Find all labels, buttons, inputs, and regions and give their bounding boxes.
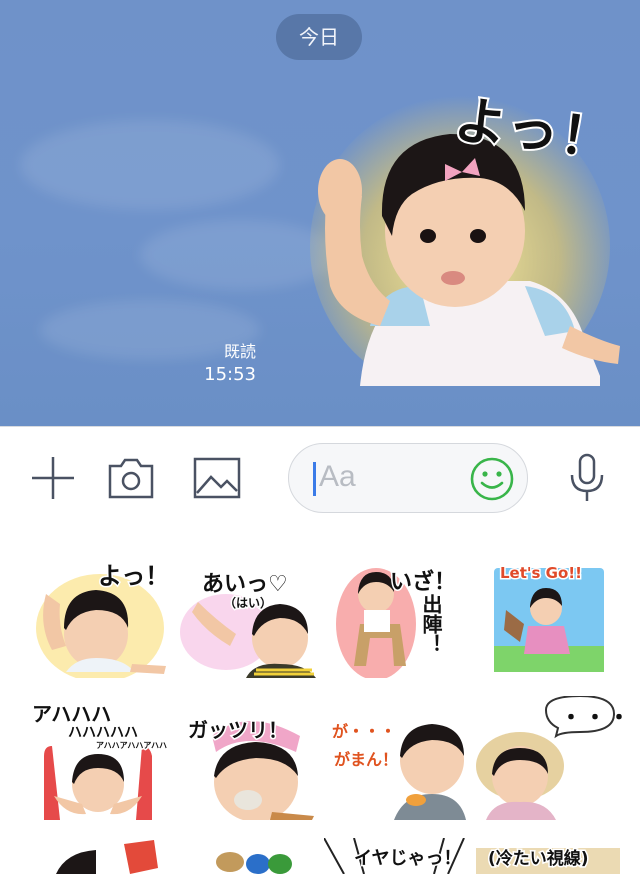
sticker-subcaption: ハハハハハ: [67, 724, 140, 743]
sticker-caption: が・・・: [330, 721, 397, 743]
sticker-item[interactable]: (冷たい視線): [476, 838, 620, 874]
date-separator: 今日: [276, 14, 362, 60]
sticker-item[interactable]: [176, 838, 320, 874]
sticker-caption: (冷たい視線): [487, 848, 591, 871]
sticker-item[interactable]: あいっ♡ （はい）: [176, 554, 320, 678]
sticker-item[interactable]: イヤじゃっ！: [324, 838, 468, 874]
sticker-caption: よっ！: [96, 561, 170, 592]
sticker-subcaption: 出陣！: [418, 593, 445, 656]
sticker-item[interactable]: Let's Go!!: [476, 554, 620, 678]
sticker-caption: イヤじゃっ！: [352, 847, 462, 871]
plus-icon[interactable]: [28, 453, 78, 503]
sticker-subcaption-2: アハハアハハアハハ: [94, 740, 168, 752]
sticker-picker: よっ！ あいっ♡ （はい） いざ！ 出陣！ Let's Go!! アハハハ ハハ…: [0, 526, 640, 874]
message-input[interactable]: Aa: [288, 443, 528, 513]
sticker-subcaption: （はい）: [222, 595, 273, 612]
read-receipt: 既読: [223, 342, 256, 361]
emoji-icon[interactable]: [469, 456, 515, 502]
sticker-caption: Let's Go!!: [499, 563, 584, 584]
sticker-caption: ・・・: [558, 705, 633, 733]
camera-icon[interactable]: [106, 453, 156, 503]
microphone-icon[interactable]: [562, 453, 612, 503]
input-bar: Aa: [0, 426, 640, 526]
sticker-caption: いざ！: [388, 569, 457, 597]
sticker-caption: ガッツリ！: [187, 717, 290, 744]
image-icon[interactable]: [192, 453, 242, 503]
sticker-item[interactable]: ガッツリ！: [176, 696, 320, 822]
sticker-item[interactable]: アハハハ ハハハハハ アハハアハハアハハ: [26, 696, 170, 820]
message-meta: 既読 15:53: [204, 342, 256, 386]
chat-area[interactable]: 今日 既読 15:53 よっ！: [0, 0, 640, 426]
sticker-subcaption: がまん！: [332, 749, 399, 771]
sticker-item[interactable]: いざ！ 出陣！: [330, 554, 474, 680]
message-time: 15:53: [204, 364, 256, 385]
sticker-item[interactable]: よっ！: [26, 554, 171, 682]
sticker-item[interactable]: が・・・ がまん！: [324, 696, 468, 820]
sticker-item[interactable]: ・・・: [476, 694, 632, 820]
message-placeholder: Aa: [319, 460, 356, 493]
background-cloud: [20, 120, 280, 210]
text-caret: [313, 462, 316, 496]
sticker-item[interactable]: [26, 838, 170, 874]
